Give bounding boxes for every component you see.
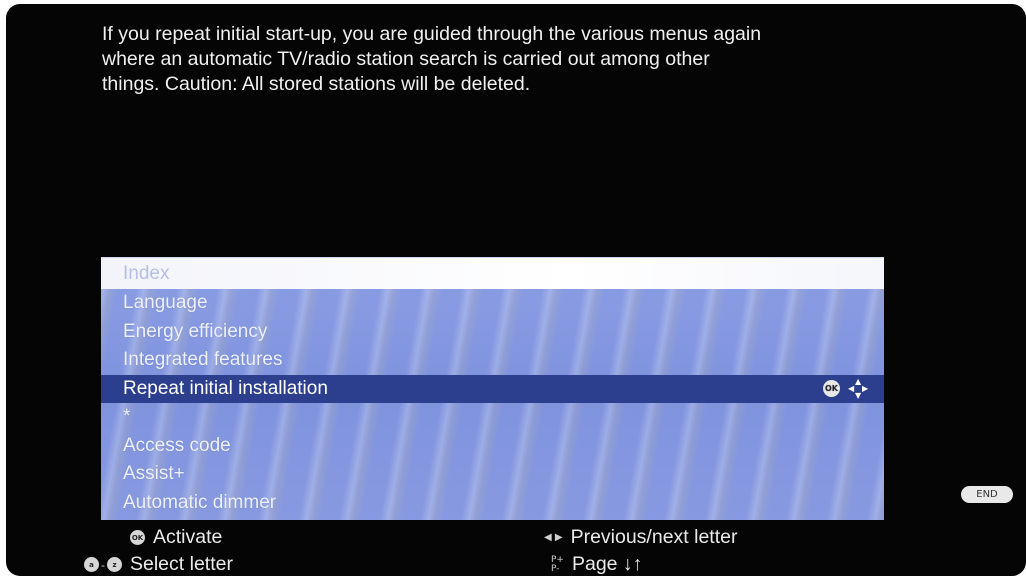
menu-item-label: Access code	[123, 434, 231, 456]
a-key-icon: a	[84, 557, 99, 572]
menu-item-label: Integrated features	[123, 349, 283, 371]
menu-item-label: Assist+	[123, 463, 185, 485]
menu-item-label: Energy efficiency	[123, 320, 268, 342]
menu-item-integrated-features[interactable]: Integrated features	[101, 346, 884, 375]
hint-activate-label: Activate	[153, 526, 223, 548]
menu-item-automatic-dimmer[interactable]: Automatic dimmer	[101, 489, 884, 518]
hint-activate: OK Activate	[130, 526, 222, 549]
menu-header: Index	[101, 257, 884, 289]
menu-item-separator: *	[101, 403, 884, 432]
hint-page: P+ P- Page ↓↑	[551, 553, 642, 576]
menu-item-label: Language	[123, 292, 208, 314]
menu-item-label: *	[123, 406, 131, 428]
ok-icon: OK	[823, 380, 840, 398]
hint-prev-next-letter: ◀ ▶ Previous/next letter	[544, 526, 737, 549]
help-text-line-2: where an automatic TV/radio station sear…	[102, 48, 710, 70]
menu-item-label: Repeat initial installation	[123, 377, 328, 399]
p-minus-label: P-	[551, 563, 560, 574]
hint-prev-next-label: Previous/next letter	[570, 526, 738, 548]
a-z-keys-icon: a - z	[84, 557, 122, 572]
left-right-arrows-icon: ◀ ▶	[544, 532, 563, 543]
page-up-down-icon: P+ P-	[551, 555, 564, 574]
help-text-line-3: things. Caution: All stored stations wil…	[102, 73, 531, 95]
hint-select-letter: a - z Select letter	[84, 553, 233, 576]
hint-page-label: Page ↓↑	[571, 553, 643, 575]
menu-item-energy-efficiency[interactable]: Energy efficiency	[101, 318, 884, 347]
menu-list: Language Energy efficiency Integrated fe…	[101, 289, 884, 517]
menu-item-assist-plus[interactable]: Assist+	[101, 460, 884, 489]
menu-item-label: Automatic dimmer	[123, 491, 277, 513]
menu-item-repeat-initial-installation[interactable]: Repeat initial installation OK ▲ ◀ ▶ ▼	[101, 374, 884, 403]
selection-icons: OK ▲ ◀ ▶ ▼	[823, 376, 870, 400]
index-menu: Index Language Energy efficiency Integra…	[101, 257, 884, 520]
tv-screen: If you repeat initial start-up, you are …	[6, 4, 1026, 576]
hint-select-letter-label: Select letter	[130, 553, 233, 575]
z-key-icon: z	[107, 557, 122, 572]
menu-item-language[interactable]: Language	[101, 289, 884, 318]
menu-item-access-code[interactable]: Access code	[101, 432, 884, 461]
help-text: If you repeat initial start-up, you are …	[102, 22, 982, 97]
end-button[interactable]: END	[961, 486, 1013, 503]
ok-icon: OK	[130, 530, 145, 545]
dpad-icon: ▲ ◀ ▶ ▼	[848, 376, 869, 400]
help-text-line-1: If you repeat initial start-up, you are …	[102, 23, 762, 45]
